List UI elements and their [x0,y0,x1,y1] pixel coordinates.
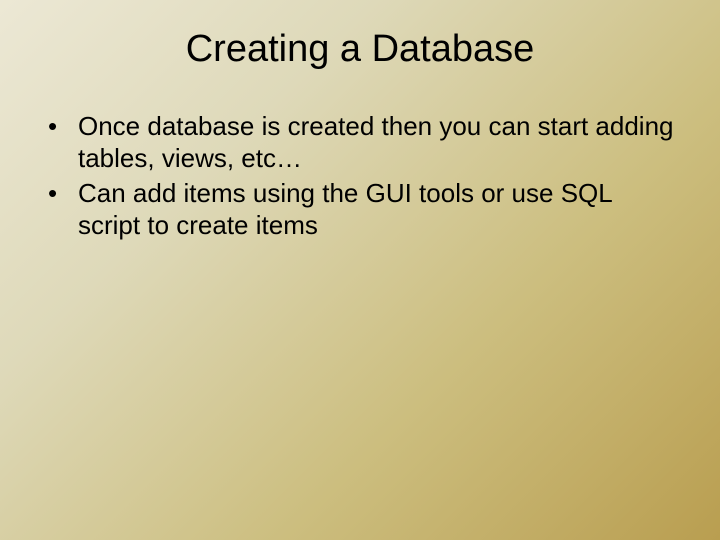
slide: Creating a Database Once database is cre… [0,0,720,540]
bullet-item: Can add items using the GUI tools or use… [44,178,680,241]
bullet-item: Once database is created then you can st… [44,111,680,174]
slide-title: Creating a Database [40,28,680,71]
bullet-list: Once database is created then you can st… [40,111,680,242]
